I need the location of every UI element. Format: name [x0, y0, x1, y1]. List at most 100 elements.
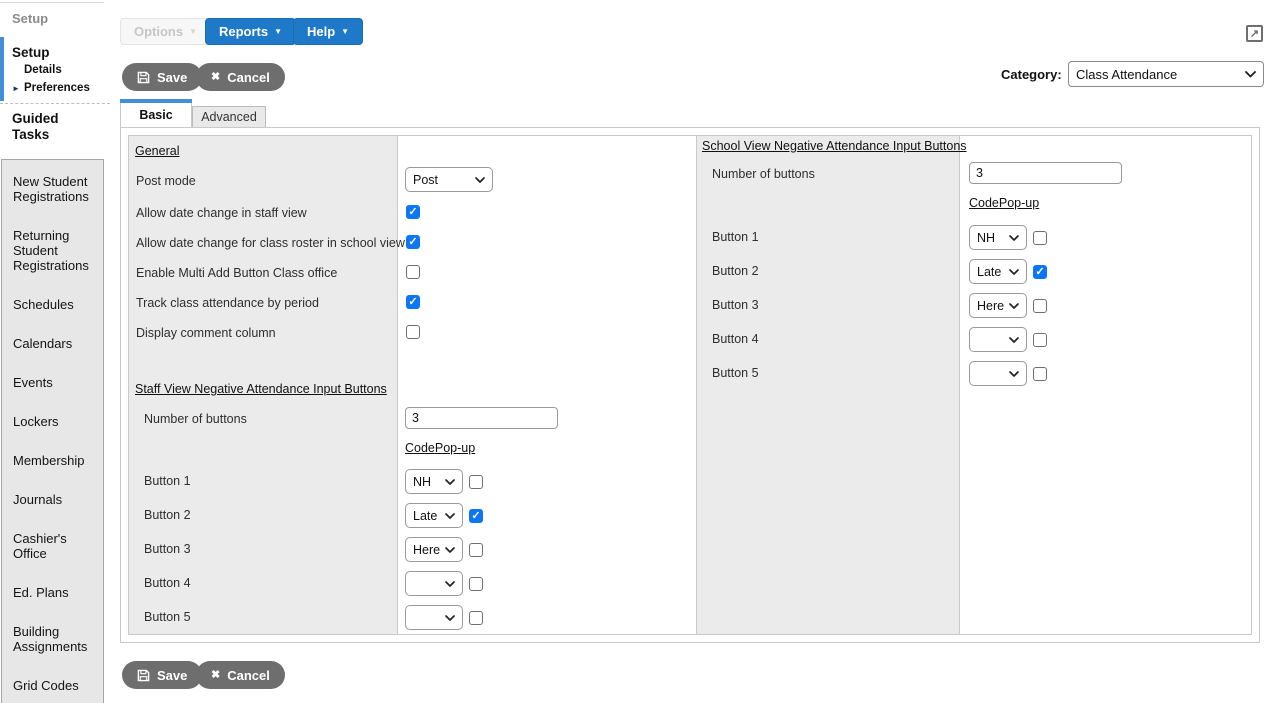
- sidebar-item-new-student-registrations[interactable]: New Student Registrations: [13, 174, 99, 204]
- sidebar-item-membership[interactable]: Membership: [13, 453, 99, 468]
- staff-button1-label: Button 1: [144, 474, 191, 488]
- school-button3-code-select[interactable]: Here: [969, 293, 1027, 318]
- sidebar-section-title: Setup: [12, 11, 48, 26]
- select-value: NH: [413, 475, 431, 489]
- staff-button3-code-select[interactable]: Here: [405, 537, 463, 562]
- staff-button4-popup-checkbox[interactable]: [469, 577, 483, 591]
- sidebar-item-calendars[interactable]: Calendars: [13, 336, 99, 351]
- select-value: Late: [977, 265, 1001, 279]
- chevron-down-icon: [445, 479, 455, 485]
- save-button-bottom[interactable]: Save: [122, 661, 202, 689]
- options-button[interactable]: Options ▼: [120, 18, 211, 45]
- staff-button1-popup-checkbox[interactable]: [469, 475, 483, 489]
- tab-basic-label: Basic: [120, 103, 192, 127]
- cancel-button-label: Cancel: [227, 70, 270, 85]
- general-row-label: Display comment column: [136, 326, 276, 340]
- school-button4-code-select[interactable]: [969, 327, 1027, 352]
- checkbox-allow-date-change-class-roster[interactable]: [406, 235, 420, 249]
- tab-basic[interactable]: Basic: [120, 99, 192, 127]
- staff-button4-code-select[interactable]: [405, 571, 463, 596]
- right-label-column: [696, 136, 960, 634]
- options-button-label: Options: [134, 24, 183, 39]
- checkbox-track-class-attendance[interactable]: [406, 295, 420, 309]
- staff-button2-popup-checkbox[interactable]: [469, 509, 483, 523]
- school-button5-code-select[interactable]: [969, 361, 1027, 386]
- staff-button5-popup-checkbox[interactable]: [469, 611, 483, 625]
- general-row-label: Allow date change for class roster in sc…: [136, 236, 405, 250]
- school-button2-label: Button 2: [712, 264, 759, 278]
- school-number-of-buttons-label: Number of buttons: [712, 167, 815, 181]
- save-button-label: Save: [157, 668, 187, 683]
- staff-button3-popup-checkbox[interactable]: [469, 543, 483, 557]
- staff-button4-label: Button 4: [144, 576, 191, 590]
- sidebar-item-building-assignments[interactable]: Building Assignments: [13, 624, 99, 654]
- cancel-button-top[interactable]: ✖ Cancel: [196, 63, 285, 91]
- staff-button2-label: Button 2: [144, 508, 191, 522]
- school-number-of-buttons-input[interactable]: [969, 162, 1122, 184]
- settings-table: General Post mode Post Allow date change…: [128, 135, 1252, 635]
- save-button-top[interactable]: Save: [122, 63, 202, 91]
- post-mode-label: Post mode: [136, 174, 196, 188]
- cancel-button-label: Cancel: [227, 668, 270, 683]
- sidebar-item-journals[interactable]: Journals: [13, 492, 99, 507]
- chevron-down-icon: [1009, 235, 1019, 241]
- category-select-value: Class Attendance: [1076, 67, 1177, 82]
- general-row-label: Allow date change in staff view: [136, 206, 307, 220]
- reports-button[interactable]: Reports ▼: [205, 18, 296, 45]
- school-button1-code-select[interactable]: NH: [969, 225, 1027, 250]
- staff-button5-code-select[interactable]: [405, 605, 463, 630]
- help-button[interactable]: Help ▼: [293, 18, 363, 45]
- select-value: Late: [413, 509, 437, 523]
- school-button5-label: Button 5: [712, 366, 759, 380]
- chevron-down-icon: [475, 177, 485, 183]
- staff-button1-code-select[interactable]: NH: [405, 469, 463, 494]
- checkbox-display-comment-column[interactable]: [406, 325, 420, 339]
- checkbox-allow-date-change-staff-view[interactable]: [406, 205, 420, 219]
- category-select[interactable]: Class Attendance: [1068, 61, 1264, 87]
- sidebar-menu-panel: New Student Registrations Returning Stud…: [1, 159, 104, 703]
- sidebar-item-setup[interactable]: Setup: [12, 45, 50, 60]
- cancel-button-bottom[interactable]: ✖ Cancel: [196, 661, 285, 689]
- sidebar-item-preferences[interactable]: Preferences: [24, 82, 90, 94]
- sidebar-item-guided-tasks[interactable]: Guided Tasks: [12, 111, 76, 143]
- sidebar-item-schedules[interactable]: Schedules: [13, 297, 99, 312]
- sidebar-item-grid-codes[interactable]: Grid Codes: [13, 678, 99, 693]
- general-row-label: Enable Multi Add Button Class office: [136, 266, 337, 280]
- school-button4-popup-checkbox[interactable]: [1033, 333, 1047, 347]
- school-button1-popup-checkbox[interactable]: [1033, 231, 1047, 245]
- cancel-icon: ✖: [211, 72, 220, 83]
- sidebar-item-cashiers-office[interactable]: Cashier's Office: [13, 531, 99, 561]
- school-button3-popup-checkbox[interactable]: [1033, 299, 1047, 313]
- sidebar-item-ed-plans[interactable]: Ed. Plans: [13, 585, 99, 600]
- cancel-icon: ✖: [211, 670, 220, 681]
- checkbox-enable-multi-add-button[interactable]: [406, 265, 420, 279]
- select-value: Here: [413, 543, 440, 557]
- save-button-label: Save: [157, 70, 187, 85]
- open-in-new-window-icon[interactable]: ↗: [1246, 25, 1263, 42]
- tab-advanced[interactable]: Advanced: [192, 106, 266, 127]
- staff-number-of-buttons-input[interactable]: [405, 407, 558, 429]
- school-button3-label: Button 3: [712, 298, 759, 312]
- school-button2-popup-checkbox[interactable]: [1033, 265, 1047, 279]
- sidebar-item-returning-student-registrations[interactable]: Returning Student Registrations: [13, 228, 99, 273]
- help-button-label: Help: [307, 24, 335, 39]
- general-heading: General: [135, 144, 179, 158]
- school-button5-popup-checkbox[interactable]: [1033, 367, 1047, 381]
- save-icon: [137, 71, 150, 84]
- school-button2-code-select[interactable]: Late: [969, 259, 1027, 284]
- staff-button2-code-select[interactable]: Late: [405, 503, 463, 528]
- sidebar-item-details[interactable]: Details: [24, 64, 62, 76]
- save-icon: [137, 669, 150, 682]
- category-label: Category:: [1001, 67, 1062, 82]
- chevron-down-icon: [445, 547, 455, 553]
- school-view-heading: School View Negative Attendance Input Bu…: [702, 139, 967, 153]
- school-code-popup-header: CodePop-up: [969, 196, 1039, 210]
- general-row-label: Track class attendance by period: [136, 296, 319, 310]
- post-mode-select[interactable]: Post: [405, 167, 493, 192]
- sidebar-item-events[interactable]: Events: [13, 375, 99, 390]
- select-value: NH: [977, 231, 995, 245]
- sidebar-item-lockers[interactable]: Lockers: [13, 414, 99, 429]
- staff-number-of-buttons-label: Number of buttons: [144, 412, 247, 426]
- settings-panel: General Post mode Post Allow date change…: [120, 127, 1260, 643]
- chevron-down-icon: [1009, 337, 1019, 343]
